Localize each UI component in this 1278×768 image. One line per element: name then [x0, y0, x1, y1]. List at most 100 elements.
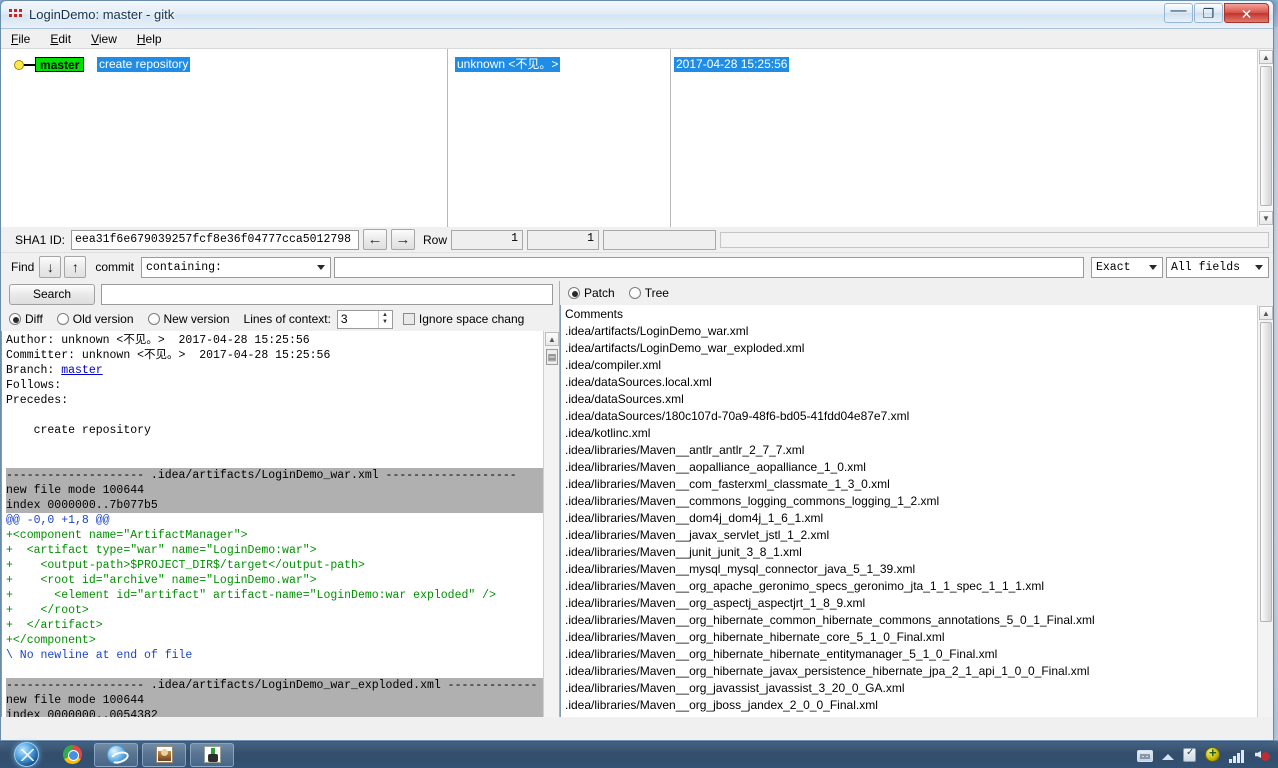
search-button[interactable]: Search	[9, 284, 95, 305]
volume-muted-icon[interactable]	[1254, 747, 1270, 762]
taskbar-photo[interactable]	[142, 743, 186, 767]
radio-icon	[629, 287, 641, 299]
window-controls: — ❐ ✕	[1164, 3, 1269, 23]
menu-edit[interactable]: Edit	[50, 32, 71, 46]
action-center-icon[interactable]	[1183, 748, 1196, 762]
lines-of-context-label: Lines of context:	[244, 312, 331, 326]
file-list-item[interactable]: .idea/libraries/Maven__org_jboss_jandex_…	[561, 697, 1257, 714]
find-down-button[interactable]: ↓	[39, 256, 61, 278]
branch-link[interactable]: master	[61, 364, 102, 377]
file-list-item[interactable]: .idea/libraries/Maven__javax_servlet_jst…	[561, 527, 1257, 544]
view-mode-patch-label: Patch	[584, 286, 615, 300]
find-input[interactable]	[334, 257, 1084, 278]
diff-mode-new-version[interactable]: New version	[148, 312, 230, 326]
stepper-arrows-icon[interactable]: ▲▼	[378, 311, 391, 328]
diff-line: +<component name="ArtifactManager">	[6, 528, 543, 543]
file-list[interactable]: Comments.idea/artifacts/LoginDemo_war.xm…	[560, 305, 1257, 717]
commit-date: 2017-04-28 15:25:56	[674, 57, 789, 72]
start-button[interactable]	[2, 742, 50, 768]
menu-help[interactable]: Help	[137, 32, 162, 46]
scroll-up-icon[interactable]: ▲	[1259, 306, 1273, 320]
file-list-item[interactable]: .idea/libraries/Maven__dom4j_dom4j_1_6_1…	[561, 510, 1257, 527]
diff-text-view[interactable]: Author: unknown <不见。> 2017-04-28 15:25:5…	[1, 331, 543, 717]
sha1-input[interactable]: eea31f6e679039257fcf8e36f04777cca5012798	[71, 230, 359, 250]
diff-vertical-scrollbar[interactable]: ▲ ▤	[543, 331, 559, 717]
find-mode-select[interactable]: containing:	[141, 257, 331, 278]
view-mode-tree[interactable]: Tree	[629, 286, 669, 300]
menu-mnemonic: F	[11, 32, 18, 46]
windows-taskbar	[0, 740, 1278, 768]
taskbar-chrome[interactable]	[54, 743, 90, 767]
gitk-window: LoginDemo: master - gitk — ❐ ✕ File Edit…	[0, 0, 1274, 742]
branch-tag-master[interactable]: master	[35, 57, 84, 72]
file-list-item[interactable]: .idea/dataSources.local.xml	[561, 374, 1257, 391]
file-list-item[interactable]: .idea/libraries/Maven__org_aspectj_aspec…	[561, 595, 1257, 612]
next-commit-button[interactable]: →	[391, 229, 415, 250]
maximize-button[interactable]: ❐	[1194, 3, 1223, 23]
close-button[interactable]: ✕	[1224, 3, 1269, 23]
file-list-item[interactable]: .idea/artifacts/LoginDemo_war.xml	[561, 323, 1257, 340]
file-list-vertical-scrollbar[interactable]: ▲	[1257, 305, 1273, 717]
file-list-item[interactable]: .idea/compiler.xml	[561, 357, 1257, 374]
file-list-item[interactable]: .idea/libraries/Maven__org_javassist_jav…	[561, 680, 1257, 697]
file-list-item[interactable]: .idea/kotlinc.xml	[561, 425, 1257, 442]
system-tray	[1137, 747, 1278, 763]
ignore-space-change-checkbox[interactable]: Ignore space chang	[403, 312, 524, 326]
find-commit-label: commit	[95, 260, 134, 274]
minimize-button[interactable]: —	[1164, 3, 1193, 23]
diff-mode-old-version-label: Old version	[73, 312, 134, 326]
keyboard-icon[interactable]	[1137, 750, 1153, 762]
lines-of-context-stepper[interactable]: 3 ▲▼	[337, 310, 393, 329]
view-mode-patch[interactable]: Patch	[568, 286, 615, 300]
file-list-item[interactable]: .idea/dataSources.xml	[561, 391, 1257, 408]
file-list-item[interactable]: .idea/libraries/Maven__org_jboss_logging…	[561, 714, 1257, 717]
row-current-value[interactable]: 1	[451, 230, 523, 250]
row-extra-field[interactable]	[603, 230, 716, 250]
diff-mode-diff[interactable]: Diff	[9, 312, 43, 326]
network-signal-icon[interactable]	[1229, 749, 1245, 763]
file-list-item[interactable]: .idea/dataSources/180c107d-70a9-48f6-bd0…	[561, 408, 1257, 425]
find-match-type-select[interactable]: Exact	[1091, 257, 1163, 278]
scroll-up-icon[interactable]: ▲	[545, 332, 559, 346]
commit-subject[interactable]: create repository	[97, 57, 190, 72]
file-list-item[interactable]: .idea/libraries/Maven__org_hibernate_com…	[561, 612, 1257, 629]
scroll-up-icon[interactable]: ▲	[1259, 50, 1273, 64]
diff-scroll-marker-icon[interactable]: ▤	[546, 349, 558, 365]
file-list-item[interactable]: .idea/libraries/Maven__mysql_mysql_conne…	[561, 561, 1257, 578]
taskbar-gitk[interactable]	[190, 743, 234, 767]
detail-line: create repository	[6, 423, 543, 438]
search-input[interactable]	[101, 284, 553, 305]
file-list-item[interactable]: .idea/libraries/Maven__org_hibernate_hib…	[561, 629, 1257, 646]
file-list-item[interactable]: .idea/libraries/Maven__org_hibernate_hib…	[561, 646, 1257, 663]
file-list-item[interactable]: .idea/artifacts/LoginDemo_war_exploded.x…	[561, 340, 1257, 357]
find-up-button[interactable]: ↑	[64, 256, 86, 278]
file-list-item[interactable]: .idea/libraries/Maven__org_hibernate_jav…	[561, 663, 1257, 680]
prev-commit-button[interactable]: ←	[363, 229, 387, 250]
show-hidden-icons-icon[interactable]	[1162, 754, 1174, 760]
file-list-item-label: .idea/artifacts/LoginDemo_war_exploded.x…	[565, 341, 804, 355]
file-list-item[interactable]: Comments	[561, 306, 1257, 323]
scroll-down-icon[interactable]: ▼	[1259, 211, 1273, 225]
file-list-item[interactable]: .idea/libraries/Maven__commons_logging_c…	[561, 493, 1257, 510]
detail-line	[6, 408, 543, 423]
file-list-item[interactable]: .idea/libraries/Maven__org_apache_geroni…	[561, 578, 1257, 595]
menu-file[interactable]: File	[11, 32, 30, 46]
main-split: Search Diff Old version New version Line…	[1, 281, 1273, 717]
scrollbar-thumb[interactable]	[1260, 66, 1272, 206]
scrollbar-thumb[interactable]	[1260, 322, 1272, 622]
graph-horizontal-scrollbar[interactable]	[720, 232, 1269, 248]
commit-graph-pane[interactable]: master create repository	[1, 49, 448, 227]
file-list-item[interactable]: .idea/libraries/Maven__com_fasterxml_cla…	[561, 476, 1257, 493]
file-list-item-label: .idea/libraries/Maven__org_javassist_jav…	[565, 681, 905, 695]
diff-mode-old-version[interactable]: Old version	[57, 312, 134, 326]
security-update-icon[interactable]	[1205, 747, 1220, 762]
file-list-item[interactable]: .idea/libraries/Maven__antlr_antlr_2_7_7…	[561, 442, 1257, 459]
menu-view[interactable]: View	[91, 32, 117, 46]
diff-mode-new-version-label: New version	[164, 312, 230, 326]
file-list-item[interactable]: .idea/libraries/Maven__junit_junit_3_8_1…	[561, 544, 1257, 561]
graph-vertical-scrollbar[interactable]: ▲ ▼	[1257, 49, 1273, 227]
file-list-item[interactable]: .idea/libraries/Maven__aopalliance_aopal…	[561, 459, 1257, 476]
taskbar-ie[interactable]	[94, 743, 138, 767]
view-mode-tree-label: Tree	[645, 286, 669, 300]
find-field-scope-select[interactable]: All fields	[1166, 257, 1269, 278]
